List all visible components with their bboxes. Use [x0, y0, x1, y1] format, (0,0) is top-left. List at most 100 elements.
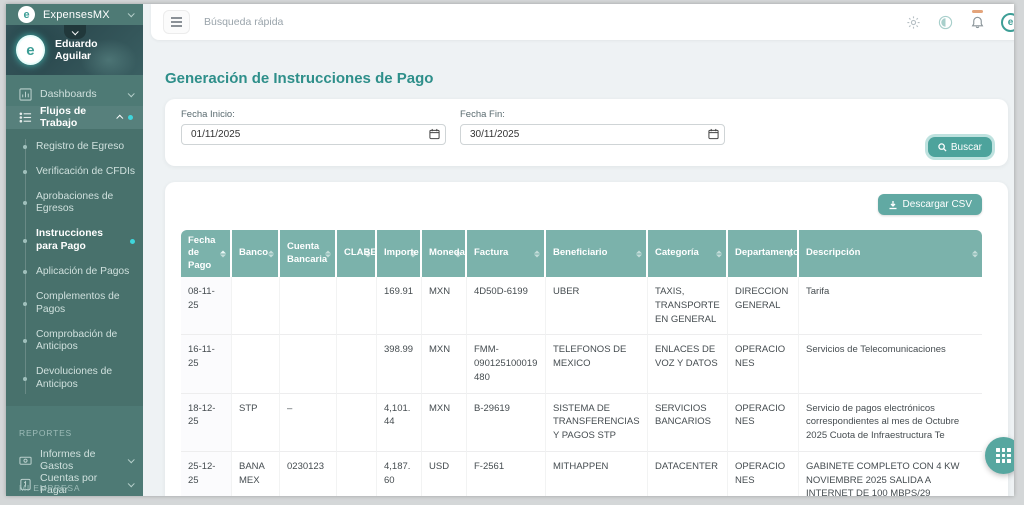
cell-fecha-de-pago: 16-11-25 — [181, 335, 232, 393]
sub-item-label: Complementos de Pagos — [36, 291, 135, 317]
cell-banco: STP — [232, 394, 280, 452]
sort-icon — [455, 250, 461, 257]
sub-item-label: Aplicación de Pagos — [36, 266, 135, 279]
sort-icon — [534, 250, 540, 257]
active-section-dot — [128, 115, 133, 120]
cell-importe: 398.99 — [377, 335, 422, 393]
buscar-button[interactable]: Buscar — [928, 137, 992, 157]
cell-moneda: MXN — [422, 394, 467, 452]
user-avatar[interactable]: e — [16, 35, 45, 65]
cell-departamento: OPERACIONES — [728, 394, 799, 452]
notifications-bell-icon[interactable] — [969, 14, 985, 30]
cell-moneda: MXN — [422, 277, 467, 335]
search-input[interactable] — [204, 16, 905, 28]
descargar-csv-button[interactable]: Descargar CSV — [878, 194, 982, 215]
section-label-mi-empresa: MI EMPRESA — [6, 483, 93, 493]
user-avatar[interactable]: e — [1001, 13, 1014, 32]
column-header-factura[interactable]: Factura — [467, 230, 546, 277]
fecha-inicio-group: Fecha Inicio: — [181, 109, 446, 145]
table-row[interactable]: 25-12-25 BANAMEX 0230123 4,187.60 USD F-… — [181, 452, 982, 496]
sidebar-item-verificacion-de-cfdis[interactable]: Verificación de CFDIs — [6, 160, 143, 185]
cell-cuenta-bancaria — [280, 277, 337, 335]
calendar-icon[interactable] — [429, 128, 440, 140]
cell-categoria: SERVICIOS BANCARIOS — [648, 394, 728, 452]
sidebar-item-label: Flujos de Trabajo — [40, 105, 118, 129]
apps-grid-fab[interactable] — [985, 437, 1014, 474]
theme-contrast-icon[interactable] — [937, 14, 953, 30]
sidebar-item-informes-de-gastos[interactable]: Informes de Gastos — [6, 448, 143, 472]
column-header-importe[interactable]: Importe — [377, 230, 422, 277]
hamburger-menu-button[interactable] — [163, 10, 190, 34]
sidebar-item-comprobacion-de-anticipos[interactable]: Comprobación de Anticipos — [6, 323, 143, 361]
fecha-inicio-input[interactable] — [181, 124, 446, 145]
sidebar-item-instrucciones-para-pago[interactable]: Instrucciones para Pago — [6, 222, 143, 260]
cell-descripcion: Servicios de Telecomunicaciones — [799, 335, 982, 393]
brand-name: ExpensesMX — [43, 9, 128, 21]
column-header-cuenta-bancaria[interactable]: Cuenta Bancaria — [280, 230, 337, 277]
cell-clabe — [337, 394, 377, 452]
cell-importe: 4,187.60 — [377, 452, 422, 496]
notification-badge — [972, 10, 983, 13]
main-area: e Generación de Instrucciones de Pago Fe… — [143, 4, 1014, 496]
sidebar-item-registro-de-egreso[interactable]: Registro de Egreso — [6, 135, 143, 160]
chevron-down-icon — [72, 28, 79, 35]
sidebar-item-aplicacion-de-pagos[interactable]: Aplicación de Pagos — [6, 260, 143, 285]
date-filter-card: Fecha Inicio: Fecha Fin: — [165, 99, 1008, 166]
column-header-clabe[interactable]: CLABE — [337, 230, 377, 277]
payments-table-card: Descargar CSV Fecha de Pago Banco Cuenta… — [165, 182, 1008, 496]
sidebar-item-flujos-de-trabajo[interactable]: Flujos de Trabajo — [6, 106, 143, 129]
settings-gear-icon[interactable] — [905, 14, 921, 30]
user-panel: e Eduardo Aguilar — [6, 25, 143, 75]
column-header-beneficiario[interactable]: Beneficiario — [546, 230, 648, 277]
sidebar-item-dashboards[interactable]: Dashboards — [6, 83, 143, 106]
cell-departamento: DIRECCION GENERAL — [728, 277, 799, 335]
chevron-down-icon — [128, 90, 135, 97]
sort-icon — [636, 250, 642, 257]
fecha-fin-label: Fecha Fin: — [460, 109, 725, 120]
cell-beneficiario: TELEFONOS DE MEXICO — [546, 335, 648, 393]
table-row[interactable]: 08-11-25 169.91 MXN 4D50D-6199 UBER TAXI… — [181, 277, 982, 335]
column-header-descripcion[interactable]: Descripción — [799, 230, 982, 277]
brand-header[interactable]: e ExpensesMX — [6, 4, 143, 25]
column-header-moneda[interactable]: Moneda — [422, 230, 467, 277]
chevron-down-icon — [128, 456, 135, 463]
cell-categoria: ENLACES DE VOZ Y DATOS — [648, 335, 728, 393]
fecha-fin-input[interactable] — [460, 124, 725, 145]
column-header-categoria[interactable]: Categoría — [648, 230, 728, 277]
cell-descripcion: Servicio de pagos electrónicos correspon… — [799, 394, 982, 452]
collapse-user-button[interactable] — [64, 25, 86, 39]
sort-icon — [972, 250, 978, 257]
cell-importe: 169.91 — [377, 277, 422, 335]
topbar: e — [151, 4, 1014, 40]
cell-banco: BANAMEX — [232, 452, 280, 496]
sidebar-item-devoluciones-de-anticipos[interactable]: Devoluciones de Anticipos — [6, 360, 143, 398]
payment-instructions-table: Fecha de Pago Banco Cuenta Bancaria CLAB… — [181, 230, 982, 496]
banknote-icon — [19, 454, 32, 467]
cell-factura: FMM-090125100019480 — [467, 335, 546, 393]
search-icon — [938, 143, 947, 152]
sort-icon — [268, 250, 274, 257]
sidebar-item-aprobaciones-de-egresos[interactable]: Aprobaciones de Egresos — [6, 185, 143, 223]
cell-beneficiario: SISTEMA DE TRANSFERENCIAS Y PAGOS STP — [546, 394, 648, 452]
column-header-fecha-de-pago[interactable]: Fecha de Pago — [181, 230, 232, 277]
sidebar: e ExpensesMX e Eduardo Aguilar Dashboard… — [6, 4, 143, 496]
flujos-submenu: Registro de Egreso Verificación de CFDIs… — [6, 129, 143, 406]
cell-beneficiario: MITHAPPEN — [546, 452, 648, 496]
bar-chart-icon — [19, 88, 32, 101]
column-header-departamento[interactable]: Departamento — [728, 230, 799, 277]
cell-descripcion: Tarifa — [799, 277, 982, 335]
table-row[interactable]: 16-11-25 398.99 MXN FMM-090125100019480 … — [181, 335, 982, 393]
calendar-icon[interactable] — [708, 128, 719, 140]
chevron-down-icon[interactable] — [128, 10, 135, 17]
sort-icon — [410, 250, 416, 257]
chevron-down-icon — [128, 480, 135, 487]
table-row[interactable]: 18-12-25 STP – 4,101.44 MXN B-29619 SIST… — [181, 394, 982, 452]
column-header-banco[interactable]: Banco — [232, 230, 280, 277]
download-icon — [888, 200, 898, 210]
cell-banco — [232, 335, 280, 393]
sort-icon — [365, 250, 371, 257]
sidebar-item-complementos-de-pagos[interactable]: Complementos de Pagos — [6, 285, 143, 323]
sub-item-label: Aprobaciones de Egresos — [36, 191, 135, 217]
buscar-label: Buscar — [951, 142, 982, 153]
fecha-inicio-label: Fecha Inicio: — [181, 109, 446, 120]
